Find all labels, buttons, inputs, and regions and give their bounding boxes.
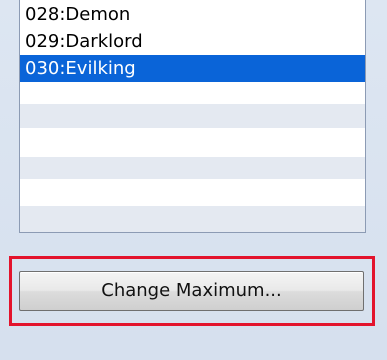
list-item-empty xyxy=(20,179,365,206)
change-maximum-button[interactable]: Change Maximum... xyxy=(19,271,364,311)
list-item-empty xyxy=(20,206,365,232)
list-item-empty xyxy=(20,128,365,157)
list-item-empty xyxy=(20,157,365,179)
list-item-selected[interactable]: 030:Evilking xyxy=(20,55,365,82)
list-item-empty xyxy=(20,104,365,128)
item-listbox[interactable]: 028:Demon 029:Darklord 030:Evilking xyxy=(19,0,366,233)
list-item[interactable]: 029:Darklord xyxy=(20,28,365,55)
dialog-panel: 028:Demon 029:Darklord 030:Evilking Chan… xyxy=(0,0,387,360)
list-item[interactable]: 028:Demon xyxy=(20,1,365,28)
